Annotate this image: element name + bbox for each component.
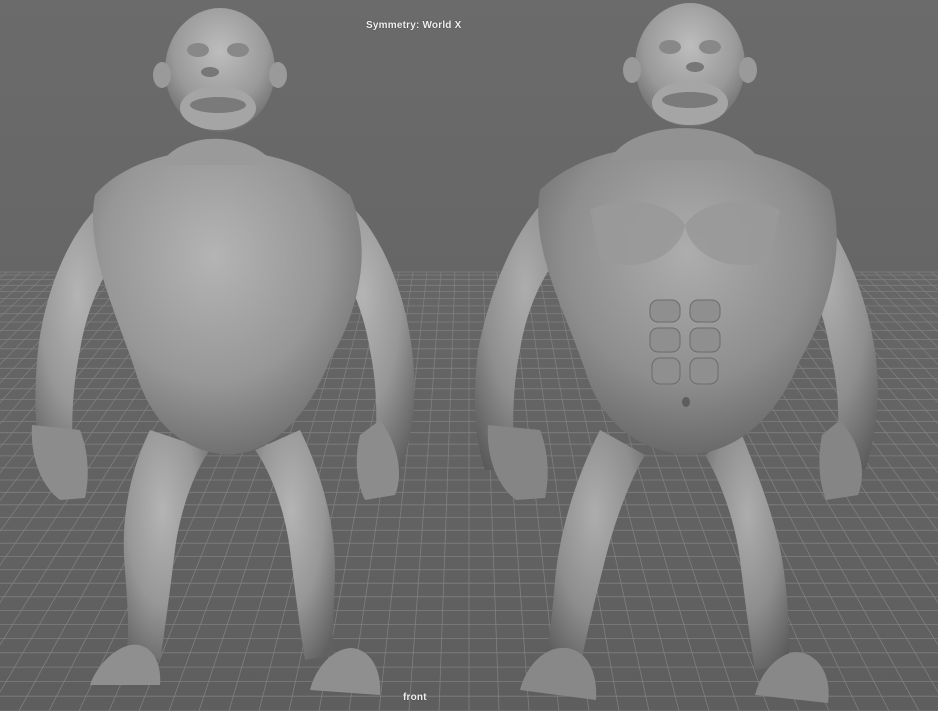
3d-viewport[interactable]: Symmetry: World X front [0, 0, 938, 711]
camera-name-label: front [403, 692, 427, 703]
viewport-scene[interactable] [0, 0, 938, 711]
symmetry-status-label: Symmetry: World X [366, 20, 462, 31]
